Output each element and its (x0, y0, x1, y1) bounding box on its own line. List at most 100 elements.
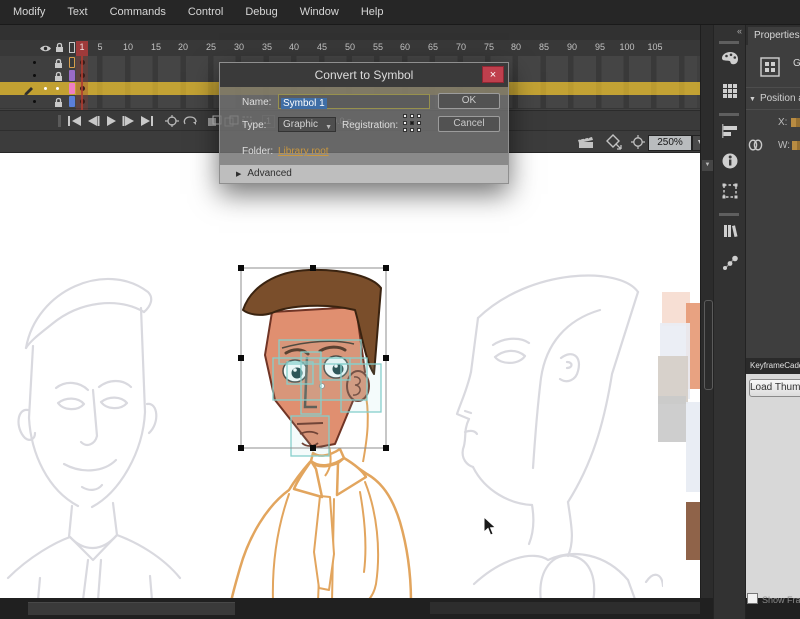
lock-icon[interactable] (54, 97, 63, 108)
timeline-top-edge (0, 25, 713, 40)
dock-group-label (719, 41, 739, 44)
x-position-value-fragment[interactable] (791, 118, 800, 127)
dialog-close-button[interactable]: × (482, 66, 504, 83)
layer-outline-color-chip[interactable] (69, 70, 75, 81)
character-artwork-selected[interactable] (215, 258, 420, 600)
center-frame-icon[interactable] (163, 114, 181, 128)
layer-outline-color-chip[interactable] (69, 57, 75, 68)
link-width-height-icon[interactable] (748, 138, 763, 152)
ruler-number: 75 (484, 42, 494, 52)
ok-button[interactable]: OK (438, 93, 500, 109)
transform-panel-icon[interactable] (720, 181, 740, 201)
color-panel-icon[interactable] (720, 49, 740, 69)
layer-lock-dot[interactable] (56, 87, 59, 90)
divider (746, 109, 800, 110)
registration-point[interactable] (410, 114, 414, 118)
menu-modify[interactable]: Modify (2, 0, 56, 25)
swatches-panel-icon[interactable] (720, 81, 740, 101)
panel-dropdown-arrow[interactable]: ▼ (702, 160, 713, 171)
show-frames-checkbox[interactable] (747, 593, 758, 604)
x-position-label: X: (778, 117, 787, 128)
load-thumbnails-button[interactable]: Load Thumbnails (749, 379, 800, 397)
symbol-name-input[interactable]: Symbol 1 (278, 94, 430, 109)
zoom-level-input[interactable]: 250% (648, 135, 692, 151)
menu-commands[interactable]: Commands (99, 0, 177, 25)
layer-outline-color-chip[interactable] (69, 83, 75, 94)
symbol-type-dropdown[interactable]: Graphic ▼ (278, 117, 336, 132)
registration-point[interactable] (410, 128, 414, 132)
section-position-and-size[interactable]: ▼ Position and Size (746, 93, 800, 104)
menu-debug[interactable]: Debug (234, 0, 288, 25)
step-forward-button[interactable] (120, 114, 138, 128)
keyframecaddy-panel-body: Load Thumbnails (746, 374, 800, 598)
menu-help[interactable]: Help (350, 0, 395, 25)
registration-point-selected[interactable] (410, 121, 414, 125)
play-button[interactable] (102, 114, 120, 128)
symbol-thumbnail-icon (760, 57, 780, 77)
dialog-title-bar[interactable]: Convert to Symbol × (220, 63, 508, 87)
folder-link[interactable]: Library root (278, 146, 329, 157)
vertical-scrollbar-thumb[interactable] (704, 300, 713, 390)
ruler-number: 70 (456, 42, 466, 52)
width-value-fragment[interactable] (792, 141, 800, 150)
align-panel-icon[interactable] (720, 121, 740, 141)
layer-outline-color-chip[interactable] (69, 96, 75, 107)
ruler-number: 65 (428, 42, 438, 52)
layer-visibility-dot[interactable] (33, 100, 36, 103)
stage-canvas[interactable] (0, 153, 700, 600)
registration-point[interactable] (403, 121, 407, 125)
section-title: Position and Size (760, 93, 800, 104)
registration-point[interactable] (417, 128, 421, 132)
ruler-number: 55 (373, 42, 383, 52)
menu-text[interactable]: Text (56, 0, 98, 25)
registration-point-grid[interactable] (403, 114, 423, 134)
info-panel-icon[interactable] (720, 151, 740, 171)
type-label: Type: (242, 120, 266, 131)
go-to-last-frame-button[interactable] (138, 114, 156, 128)
ruler-number: 10 (123, 42, 133, 52)
cancel-button[interactable]: Cancel (438, 116, 500, 132)
advanced-expander[interactable]: ▶Advanced (220, 165, 508, 183)
section-collapse-arrow-icon[interactable]: ▼ (749, 96, 756, 103)
registration-point[interactable] (403, 114, 407, 118)
edit-scene-icon[interactable] (577, 135, 595, 149)
registration-point[interactable] (417, 114, 421, 118)
layer-visibility-dot[interactable] (44, 87, 47, 90)
canvas-horizontal-scrollbar[interactable] (0, 598, 713, 619)
center-stage-icon[interactable] (631, 135, 645, 149)
color-swatch-pale-blue (686, 402, 700, 492)
lock-icon[interactable] (54, 58, 63, 69)
canvas-vertical-scrollbar[interactable]: ▼ (700, 25, 713, 619)
panel-drag-handle[interactable] (58, 115, 61, 127)
registration-point[interactable] (403, 128, 407, 132)
playhead-line[interactable] (81, 56, 83, 110)
ruler-number: 40 (289, 42, 299, 52)
collapse-dock-icon[interactable]: « (737, 26, 742, 36)
menu-control[interactable]: Control (177, 0, 234, 25)
horizontal-scrollbar-thumb[interactable] (28, 602, 235, 615)
timeline-frame-ruler[interactable]: 1 5 10 15 20 25 30 35 40 45 50 55 60 65 … (75, 40, 700, 56)
dock-group-label (719, 113, 739, 116)
go-to-first-frame-button[interactable] (66, 114, 84, 128)
ruler-number: 1 (79, 42, 84, 52)
lock-icon[interactable] (54, 71, 63, 82)
motion-presets-panel-icon[interactable] (720, 253, 740, 273)
tab-properties[interactable]: Properties (748, 27, 800, 45)
show-hide-all-layers-icon[interactable] (39, 44, 52, 53)
tab-keyframecaddy[interactable]: KeyframeCaddy (746, 358, 800, 374)
chevron-down-icon: ▼ (325, 121, 332, 134)
layer-visibility-dot[interactable] (33, 61, 36, 64)
registration-point[interactable] (417, 121, 421, 125)
step-back-button[interactable] (84, 114, 102, 128)
folder-label: Folder: (242, 146, 273, 157)
lock-all-layers-icon[interactable] (55, 42, 64, 53)
name-label: Name: (242, 97, 271, 108)
registration-label: Registration: (342, 120, 398, 131)
symbol-selection-boxes (273, 340, 381, 456)
dialog-title: Convert to Symbol (220, 63, 508, 87)
menu-window[interactable]: Window (289, 0, 350, 25)
library-panel-icon[interactable] (720, 221, 740, 241)
loop-playback-icon[interactable] (181, 114, 199, 128)
edit-symbol-icon[interactable] (604, 134, 622, 150)
layer-visibility-dot[interactable] (33, 74, 36, 77)
